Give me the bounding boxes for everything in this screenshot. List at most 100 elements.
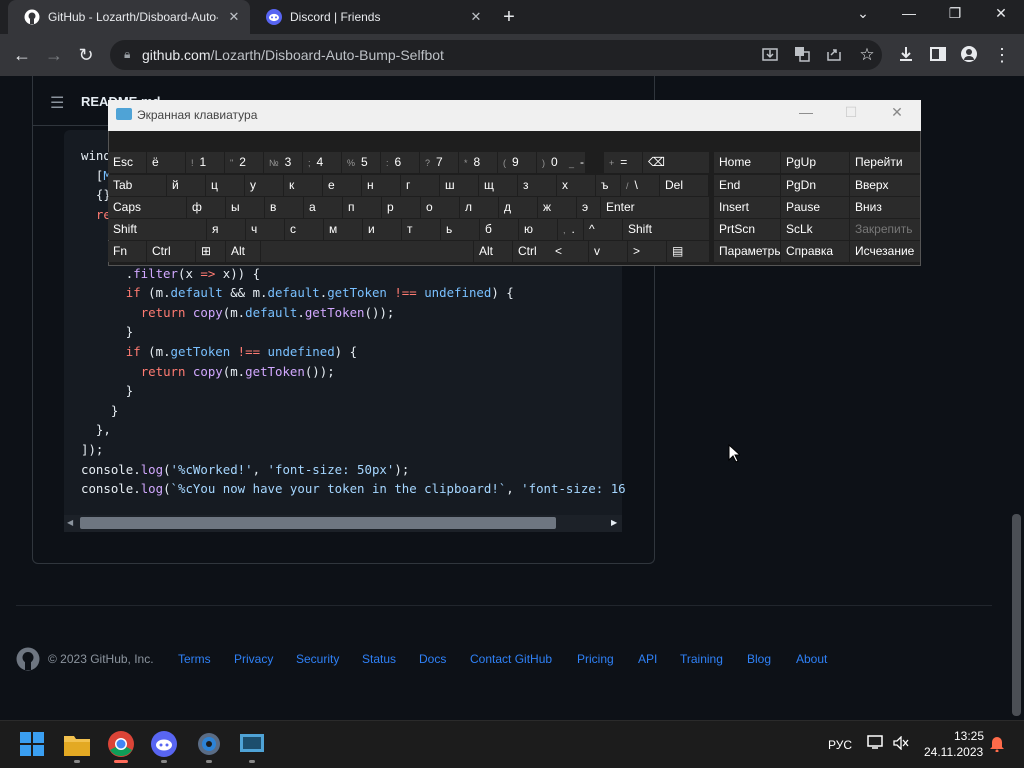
- osk-key[interactable]: ц: [206, 175, 244, 196]
- osk-key[interactable]: э: [577, 197, 600, 218]
- footer-link-privacy[interactable]: Privacy: [234, 652, 273, 666]
- lock-icon[interactable]: 🔒︎: [124, 47, 130, 62]
- osk-key[interactable]: к: [284, 175, 322, 196]
- download-icon[interactable]: [898, 46, 914, 62]
- menu-icon[interactable]: ⋮: [990, 44, 1014, 66]
- osk-app-icon[interactable]: [239, 731, 265, 757]
- osk-key[interactable]: з: [518, 175, 556, 196]
- osk-key-исчезание[interactable]: Исчезание: [850, 241, 920, 262]
- volume-muted-icon[interactable]: [893, 736, 909, 750]
- osk-key[interactable]: Fn: [108, 241, 146, 262]
- osk-key[interactable]: Alt: [226, 241, 260, 262]
- osk-key[interactable]: ъ: [596, 175, 620, 196]
- osk-key[interactable]: № 3: [264, 152, 302, 173]
- osk-key[interactable]: ч: [246, 219, 284, 240]
- osk-key[interactable]: с: [285, 219, 323, 240]
- osk-key[interactable]: <: [550, 241, 588, 262]
- tab-github[interactable]: GitHub - Lozarth/Disboard-Auto-Bump-Self…: [8, 0, 250, 34]
- osk-key[interactable]: б: [480, 219, 518, 240]
- osk-key[interactable]: ю: [519, 219, 557, 240]
- osk-key[interactable]: [261, 241, 473, 262]
- clock-time[interactable]: 13:25: [944, 729, 984, 743]
- osk-key[interactable]: я: [207, 219, 245, 240]
- osk-key-prtscn[interactable]: PrtScn: [714, 219, 780, 240]
- scroll-left-icon[interactable]: ◀: [67, 518, 73, 527]
- osk-key[interactable]: Ctrl: [513, 241, 551, 262]
- osk-key[interactable]: Del: [660, 175, 708, 196]
- osk-key[interactable]: ; 4: [303, 152, 341, 173]
- osk-key-параметры[interactable]: Параметры: [714, 241, 780, 262]
- osk-key[interactable]: _ -: [564, 152, 585, 173]
- footer-link-terms[interactable]: Terms: [178, 652, 211, 666]
- osk-key[interactable]: ▤: [667, 241, 709, 262]
- notification-bell-icon[interactable]: [990, 736, 1004, 752]
- back-button[interactable]: ←: [10, 44, 34, 66]
- osk-key[interactable]: щ: [479, 175, 517, 196]
- network-icon[interactable]: [867, 735, 883, 749]
- osk-minimize-button[interactable]: —: [791, 104, 821, 120]
- osk-key[interactable]: х: [557, 175, 595, 196]
- install-icon[interactable]: [762, 46, 778, 62]
- osk-key[interactable]: Enter: [601, 197, 709, 218]
- new-tab-button[interactable]: +: [498, 6, 520, 29]
- reload-button[interactable]: ↻: [74, 44, 98, 66]
- url-text[interactable]: github.com/Lozarth/Disboard-Auto-Bump-Se…: [142, 47, 444, 63]
- osk-key[interactable]: Shift: [108, 219, 206, 240]
- osk-key[interactable]: о: [421, 197, 459, 218]
- osk-key-pause[interactable]: Pause: [781, 197, 849, 218]
- close-icon[interactable]: ✕: [468, 9, 484, 25]
- osk-key[interactable]: ,.: [558, 219, 583, 240]
- list-icon[interactable]: ☰: [50, 93, 64, 113]
- osk-key[interactable]: Alt: [474, 241, 512, 262]
- osk-key[interactable]: ш: [440, 175, 478, 196]
- chrome-icon[interactable]: [108, 731, 134, 757]
- osk-key[interactable]: % 5: [342, 152, 380, 173]
- osk-key[interactable]: л: [460, 197, 498, 218]
- tab-search-button[interactable]: ⌄: [848, 5, 878, 22]
- osk-key[interactable]: й: [167, 175, 205, 196]
- osk-key[interactable]: ? 7: [420, 152, 458, 173]
- scrollbar-thumb[interactable]: [80, 517, 556, 529]
- side-panel-icon[interactable]: [930, 46, 946, 62]
- osk-key[interactable]: г: [401, 175, 439, 196]
- footer-link-api[interactable]: API: [638, 652, 657, 666]
- osk-maximize-button[interactable]: ☐: [836, 104, 866, 121]
- osk-key[interactable]: Tab: [108, 175, 166, 196]
- footer-link-contact-github[interactable]: Contact GitHub: [470, 652, 552, 666]
- osk-key[interactable]: т: [402, 219, 440, 240]
- osk-key[interactable]: Shift: [623, 219, 709, 240]
- footer-link-security[interactable]: Security: [296, 652, 339, 666]
- osk-key[interactable]: ь: [441, 219, 479, 240]
- osk-key[interactable]: * 8: [459, 152, 497, 173]
- share-icon[interactable]: [826, 46, 842, 62]
- footer-link-training[interactable]: Training: [680, 652, 723, 666]
- discord-app-icon[interactable]: [151, 731, 177, 757]
- osk-key[interactable]: ⌫: [643, 152, 709, 173]
- osk-key[interactable]: а: [304, 197, 342, 218]
- bookmark-star-icon[interactable]: ☆: [855, 44, 879, 66]
- osk-key[interactable]: Ctrl: [147, 241, 195, 262]
- osk-key[interactable]: ^: [584, 219, 622, 240]
- close-icon[interactable]: ✕: [226, 9, 242, 25]
- osk-key-pgup[interactable]: PgUp: [781, 152, 849, 173]
- restore-button[interactable]: ❐: [940, 5, 970, 22]
- osk-key[interactable]: ж: [538, 197, 576, 218]
- translate-icon[interactable]: [794, 46, 810, 62]
- osk-key[interactable]: у: [245, 175, 283, 196]
- footer-link-blog[interactable]: Blog: [747, 652, 771, 666]
- language-indicator[interactable]: РУС: [828, 738, 852, 752]
- osk-close-button[interactable]: ✕: [882, 104, 912, 121]
- osk-key-перейти[interactable]: Перейти: [850, 152, 920, 173]
- osk-key[interactable]: е: [323, 175, 361, 196]
- osk-key[interactable]: р: [382, 197, 420, 218]
- osk-key[interactable]: " 2: [225, 152, 263, 173]
- osk-key[interactable]: ⊞: [196, 241, 225, 262]
- tab-discord[interactable]: Discord | Friends ✕: [250, 0, 492, 34]
- osk-key-pgdn[interactable]: PgDn: [781, 175, 849, 196]
- scrollbar-thumb[interactable]: [1012, 514, 1021, 716]
- github-logo-icon[interactable]: [16, 647, 40, 671]
- osk-key[interactable]: и: [363, 219, 401, 240]
- close-window-button[interactable]: ✕: [986, 5, 1016, 22]
- osk-key[interactable]: >: [628, 241, 666, 262]
- footer-link-status[interactable]: Status: [362, 652, 396, 666]
